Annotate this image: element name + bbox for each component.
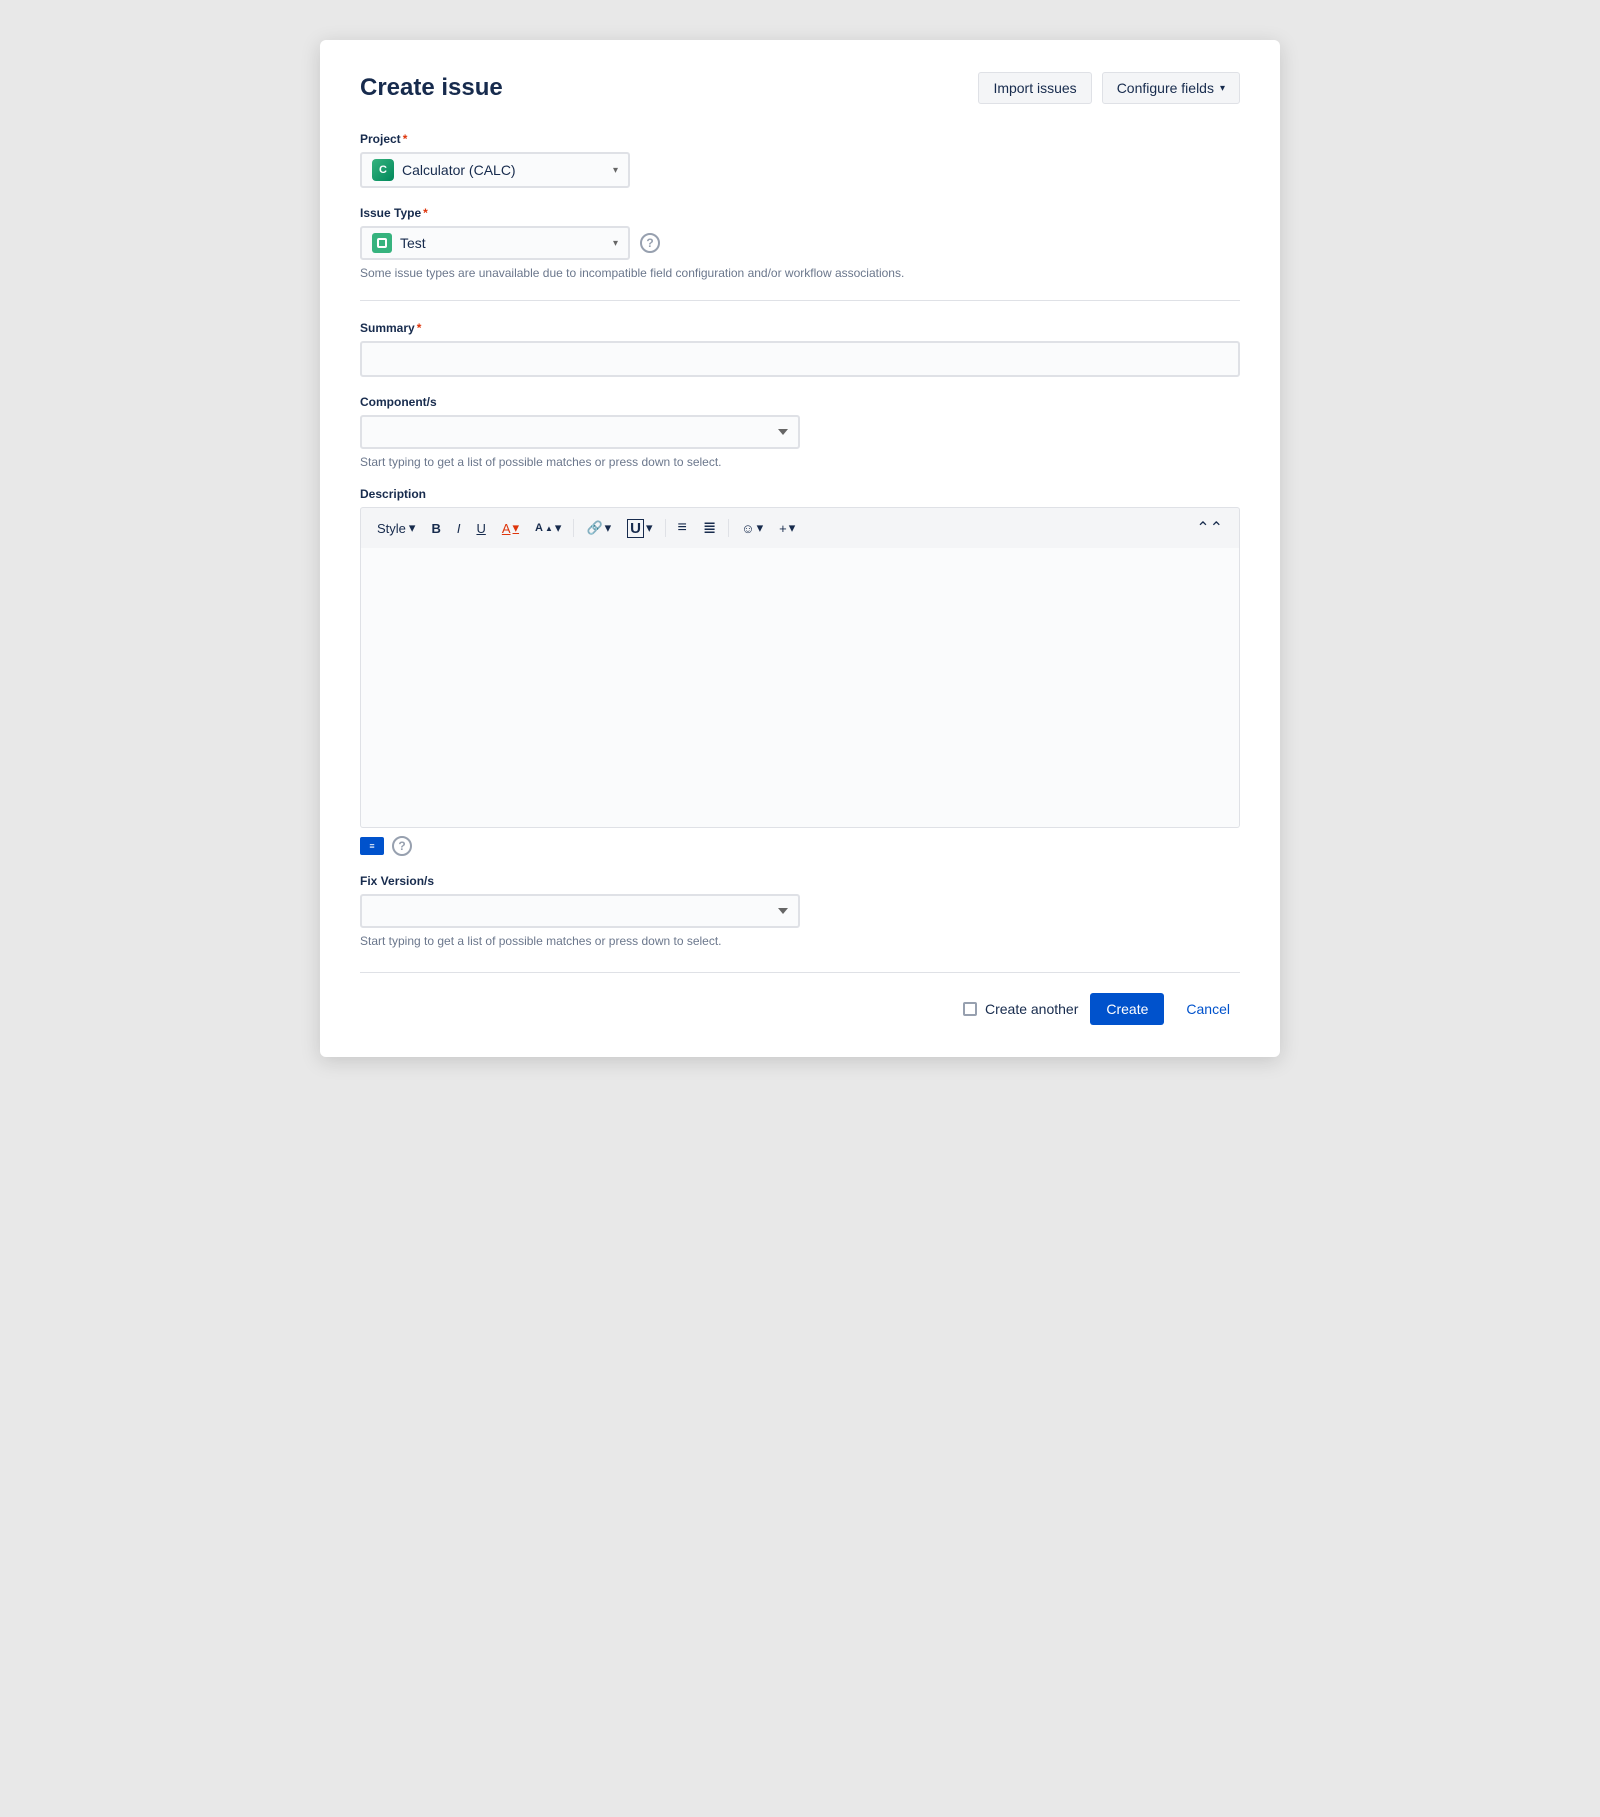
fix-version-select[interactable] (360, 894, 800, 928)
toolbar-divider-2 (665, 519, 666, 537)
fix-version-label: Fix Version/s (360, 874, 1240, 888)
toolbar-table-button[interactable]: U ▾ (621, 515, 658, 542)
issue-type-row: Test ▾ ? (360, 226, 1240, 260)
toolbar-table-chevron-icon: ▾ (646, 520, 653, 536)
cancel-button[interactable]: Cancel (1176, 993, 1240, 1025)
toolbar-link-button[interactable]: 🔗 ▾ (580, 516, 617, 540)
description-editor[interactable] (360, 548, 1240, 828)
toolbar-collapse-button[interactable]: ⌃⌃ (1190, 514, 1229, 542)
create-issue-dialog: Create issue Import issues Configure fie… (320, 40, 1280, 1057)
dialog-title: Create issue (360, 74, 503, 102)
toolbar-text-color-chevron-icon: ▾ (513, 520, 520, 536)
components-label: Component/s (360, 395, 1240, 409)
configure-fields-label: Configure fields (1117, 80, 1214, 96)
components-hint: Start typing to get a list of possible m… (360, 455, 1240, 469)
description-label: Description (360, 487, 1240, 501)
create-button[interactable]: Create (1090, 993, 1164, 1025)
project-value: Calculator (CALC) (402, 162, 605, 178)
header-actions: Import issues Configure fields ▾ (978, 72, 1240, 104)
configure-fields-button[interactable]: Configure fields ▾ (1102, 72, 1240, 104)
toolbar-more-chevron-icon: ▾ (789, 520, 796, 536)
dialog-header: Create issue Import issues Configure fie… (360, 72, 1240, 104)
toolbar-text-size-button[interactable]: A ▲ ▾ (529, 516, 567, 540)
issue-type-value: Test (400, 235, 605, 251)
description-doc-icon[interactable]: ≡ (360, 837, 384, 855)
summary-label: Summary * (360, 321, 1240, 335)
components-select[interactable] (360, 415, 800, 449)
toolbar-style-button[interactable]: Style ▾ (371, 516, 421, 540)
project-label: Project * (360, 132, 1240, 146)
toolbar-style-chevron-icon: ▾ (409, 520, 416, 536)
project-icon: C (372, 159, 394, 181)
toolbar-divider-1 (573, 519, 574, 537)
description-toolbar: Style ▾ B I U A ▾ A ▲ ▾ 🔗 ▾ U ▾ (360, 507, 1240, 548)
toolbar-underline-button[interactable]: U (470, 517, 491, 540)
project-field-group: Project * C Calculator (CALC) ▾ (360, 132, 1240, 188)
summary-required-star: * (417, 321, 422, 335)
toolbar-text-size-chevron-icon: ▾ (555, 520, 562, 536)
issue-type-chevron-icon: ▾ (613, 238, 618, 249)
toolbar-ordered-list-button[interactable]: ≣ (697, 514, 722, 542)
toolbar-link-chevron-icon: ▾ (605, 520, 612, 536)
form-footer: Create another Create Cancel (360, 972, 1240, 1025)
toolbar-text-color-button[interactable]: A ▾ (496, 516, 525, 540)
toolbar-bullet-list-button[interactable]: ≡ (672, 515, 693, 541)
description-footer: ≡ ? (360, 836, 1240, 856)
create-another-text: Create another (985, 1001, 1078, 1017)
project-select[interactable]: C Calculator (CALC) ▾ (360, 152, 630, 188)
fix-version-field-group: Fix Version/s Start typing to get a list… (360, 874, 1240, 948)
project-required-star: * (403, 132, 408, 146)
toolbar-bold-button[interactable]: B (425, 517, 446, 540)
toolbar-emoji-button[interactable]: ☺ ▾ (735, 516, 769, 540)
import-issues-button[interactable]: Import issues (978, 72, 1091, 104)
issue-type-label: Issue Type * (360, 206, 1240, 220)
create-another-checkbox[interactable] (963, 1002, 977, 1016)
issue-type-info-text: Some issue types are unavailable due to … (360, 266, 1240, 280)
issue-type-icon (372, 233, 392, 253)
toolbar-italic-button[interactable]: I (451, 517, 467, 540)
toolbar-divider-3 (728, 519, 729, 537)
section-divider (360, 300, 1240, 301)
toolbar-more-button[interactable]: + ▾ (773, 516, 801, 540)
summary-input[interactable] (360, 341, 1240, 377)
create-another-label[interactable]: Create another (963, 1001, 1078, 1017)
fix-version-hint: Start typing to get a list of possible m… (360, 934, 1240, 948)
components-field-group: Component/s Start typing to get a list o… (360, 395, 1240, 469)
issue-type-help-icon[interactable]: ? (640, 233, 660, 253)
summary-field-group: Summary * (360, 321, 1240, 377)
issue-type-select[interactable]: Test ▾ (360, 226, 630, 260)
toolbar-emoji-chevron-icon: ▾ (757, 520, 764, 536)
issue-type-field-group: Issue Type * Test ▾ ? Some issue types a… (360, 206, 1240, 280)
issue-type-required-star: * (423, 206, 428, 220)
issue-type-icon-inner (377, 238, 387, 248)
project-chevron-icon: ▾ (613, 165, 618, 176)
description-field-group: Description Style ▾ B I U A ▾ A ▲ ▾ 🔗 ▾ (360, 487, 1240, 856)
description-help-icon[interactable]: ? (392, 836, 412, 856)
chevron-down-icon: ▾ (1220, 83, 1225, 94)
